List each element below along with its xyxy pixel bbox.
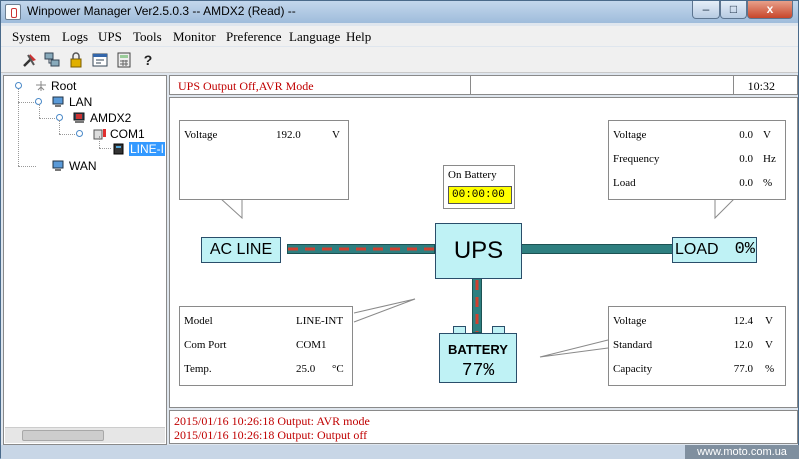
minimize-button[interactable]: –	[692, 1, 720, 19]
status-time: 10:32	[747, 79, 775, 93]
on-battery-timer: 00:00:00	[448, 186, 512, 204]
tools-icon[interactable]	[21, 51, 39, 69]
battery-capacity-row: Capacity 77.0 %	[613, 363, 775, 375]
main-window: Winpower Manager Ver2.5.0.3 -- AMDX2 (Re…	[0, 0, 799, 459]
tree-node-device[interactable]: LINE-I	[112, 142, 166, 158]
input-voltage-row: Voltage 192.0 V	[184, 129, 340, 141]
ups-device-icon	[113, 143, 124, 155]
load-box[interactable]: LOAD 0%	[672, 237, 757, 263]
status-message: UPS Output Off,AVR Mode	[178, 79, 314, 93]
event-log: 2015/01/16 10:26:18 Output: AVR mode 201…	[169, 410, 798, 444]
log-entry: 2015/01/16 10:26:18 Output: Output off	[174, 428, 368, 442]
network-icon[interactable]	[43, 51, 61, 69]
wan-icon	[52, 160, 64, 171]
output-voltage-row: Voltage 0.0 V	[613, 129, 771, 141]
output-frequency-row: Frequency 0.0 Hz	[613, 153, 776, 165]
menu-help[interactable]: Help	[346, 29, 371, 45]
output-load-row: Load 0.0 %	[613, 177, 773, 189]
tree-node-root[interactable]: Root	[34, 79, 76, 95]
battery-label: BATTERY	[448, 342, 508, 357]
battery-voltage-row: Voltage 12.4 V	[613, 315, 773, 327]
menu-preference[interactable]: Preference	[226, 29, 282, 45]
battery-percent: 77%	[461, 361, 495, 381]
pipe-ups-to-load	[521, 244, 673, 254]
menu-ups[interactable]: UPS	[98, 29, 122, 45]
menu-tools[interactable]: Tools	[133, 29, 162, 45]
lock-icon[interactable]	[67, 51, 85, 69]
title-bar: Winpower Manager Ver2.5.0.3 -- AMDX2 (Re…	[1, 1, 798, 23]
port-pin-icon	[76, 130, 83, 137]
tree-node-lan[interactable]: LAN	[52, 95, 92, 111]
calculator-icon[interactable]	[115, 51, 133, 69]
help-icon[interactable]: ?	[139, 51, 157, 69]
device-info-panel: Model LINE-INT Com Port COM1 Temp. 25.0 …	[179, 306, 353, 386]
watermark: www.moto.com.ua	[685, 445, 799, 459]
battery-info-panel: Voltage 12.4 V Standard 12.0 V Capacity …	[608, 306, 786, 386]
port-icon	[93, 129, 106, 140]
toolbar: ?	[1, 47, 798, 73]
tree-node-com1[interactable]: COM1	[93, 127, 145, 143]
schedule-icon[interactable]	[91, 51, 109, 69]
battery-standard-row: Standard 12.0 V	[613, 339, 773, 351]
input-panel: Voltage 192.0 V	[179, 120, 349, 200]
menu-bar: System Logs UPS Tools Monitor Preference…	[1, 26, 798, 46]
device-tree: Root LAN AMDX2 COM1 LINE-I WAN	[3, 75, 167, 445]
taskbar-strip	[1, 445, 685, 459]
tree-node-wan[interactable]: WAN	[52, 159, 97, 175]
menu-monitor[interactable]: Monitor	[173, 29, 216, 45]
maximize-button[interactable]: □	[720, 1, 747, 19]
temperature-row: Temp. 25.0 °C	[184, 363, 344, 375]
pipe-ac-to-ups	[287, 244, 435, 254]
pipe-ups-to-battery	[472, 278, 482, 333]
ups-diagram: Voltage 192.0 V Voltage 0.0 V Frequency …	[169, 97, 798, 408]
ups-box[interactable]: UPS	[435, 223, 522, 279]
window-title: Winpower Manager Ver2.5.0.3 -- AMDX2 (Re…	[27, 4, 296, 18]
status-bar: UPS Output Off,AVR Mode 10:32	[169, 75, 798, 95]
model-row: Model LINE-INT	[184, 315, 344, 327]
menu-logs[interactable]: Logs	[62, 29, 88, 45]
menu-system[interactable]: System	[12, 29, 50, 45]
computer-icon	[73, 112, 85, 123]
root-icon	[36, 81, 46, 91]
ac-line-box[interactable]: AC LINE	[201, 237, 281, 263]
battery-box[interactable]: BATTERY 77%	[439, 333, 517, 383]
tree-horizontal-scrollbar[interactable]	[5, 427, 165, 443]
scrollbar-thumb[interactable]	[22, 430, 104, 441]
root-pin-icon	[15, 82, 22, 89]
menu-language[interactable]: Language	[289, 29, 340, 45]
lan-icon	[52, 96, 64, 107]
load-label: LOAD	[675, 241, 719, 258]
output-panel: Voltage 0.0 V Frequency 0.0 Hz Load 0.0 …	[608, 120, 786, 200]
app-icon	[5, 4, 21, 20]
tree-node-host[interactable]: AMDX2	[73, 111, 131, 127]
on-battery-panel: On Battery 00:00:00	[443, 165, 515, 209]
close-button[interactable]: x	[747, 1, 793, 19]
com-port-row: Com Port COM1	[184, 339, 327, 351]
log-entry: 2015/01/16 10:26:18 Output: AVR mode	[174, 414, 370, 428]
load-percent: 0%	[734, 240, 755, 259]
